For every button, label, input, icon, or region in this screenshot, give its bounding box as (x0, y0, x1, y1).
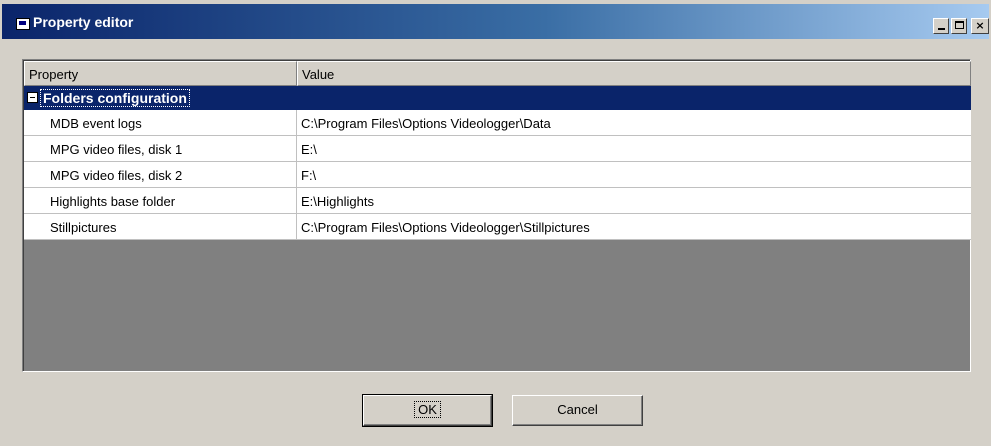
column-header-property[interactable]: Property (24, 61, 297, 86)
group-label: Folders configuration (40, 89, 190, 107)
ok-button[interactable]: OK (362, 394, 493, 427)
value-cell[interactable]: E:\Highlights (297, 188, 971, 213)
table-row[interactable]: MDB event logs C:\Program Files\Options … (24, 110, 971, 136)
table-row[interactable]: Stillpictures C:\Program Files\Options V… (24, 214, 971, 240)
value-cell[interactable]: F:\ (297, 162, 971, 187)
maximize-button[interactable] (951, 18, 967, 34)
property-cell: MPG video files, disk 2 (24, 162, 297, 187)
minimize-button[interactable] (933, 18, 949, 34)
minimize-icon (938, 28, 945, 30)
window-title: Property editor (33, 14, 134, 30)
value-cell[interactable]: C:\Program Files\Options Videologger\Sti… (297, 214, 971, 239)
value-cell[interactable]: C:\Program Files\Options Videologger\Dat… (297, 110, 971, 135)
title-bar[interactable]: Property editor × (2, 4, 989, 39)
property-cell: Highlights base folder (24, 188, 297, 213)
property-grid-frame: Property Value Folders configuration MDB… (23, 60, 971, 371)
table-row[interactable]: Highlights base folder E:\Highlights (24, 188, 971, 214)
property-cell: Stillpictures (24, 214, 297, 239)
close-button[interactable]: × (971, 18, 989, 34)
table-row[interactable]: MPG video files, disk 1 E:\ (24, 136, 971, 162)
property-editor-window: Property editor × Property Value Folders… (0, 0, 991, 446)
property-grid[interactable]: Property Value Folders configuration MDB… (22, 59, 971, 372)
maximize-icon (955, 21, 964, 29)
cancel-button-label: Cancel (557, 402, 598, 417)
ok-button-label: OK (414, 401, 441, 418)
cancel-button[interactable]: Cancel (512, 395, 643, 426)
group-row-folders-configuration[interactable]: Folders configuration (24, 86, 971, 110)
property-cell: MPG video files, disk 1 (24, 136, 297, 161)
close-icon: × (975, 19, 985, 32)
property-cell: MDB event logs (24, 110, 297, 135)
column-header-value[interactable]: Value (297, 61, 971, 86)
table-row[interactable]: MPG video files, disk 2 F:\ (24, 162, 971, 188)
app-icon[interactable] (16, 18, 30, 30)
collapse-icon[interactable] (27, 92, 38, 103)
value-cell[interactable]: E:\ (297, 136, 971, 161)
grid-header: Property Value (24, 61, 971, 86)
